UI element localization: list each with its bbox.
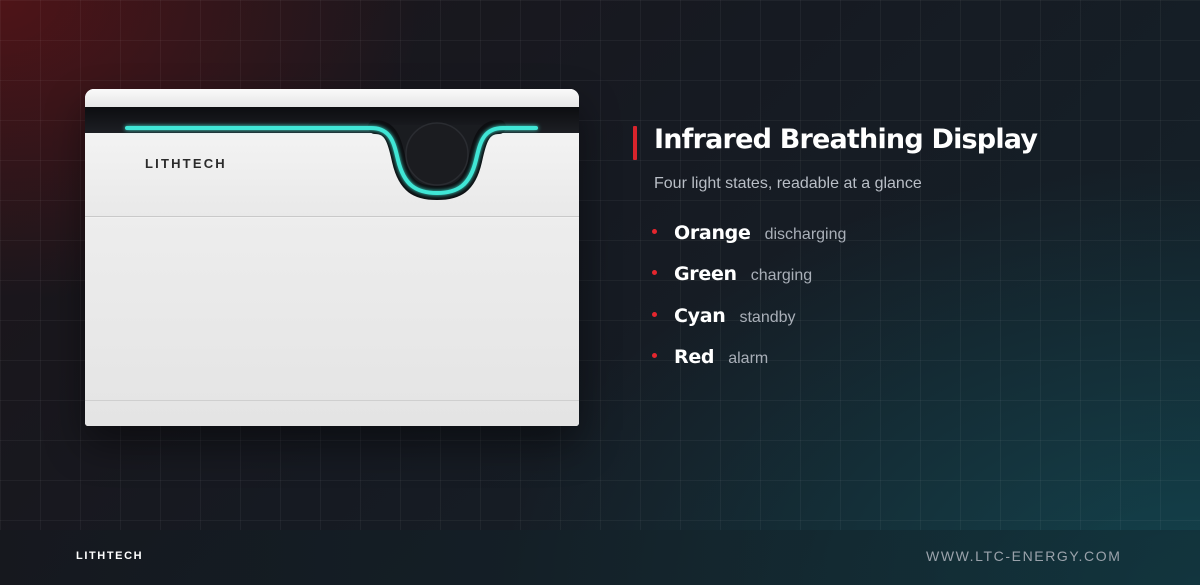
state-name: Cyan — [674, 304, 726, 327]
list-item-red: Red alarm — [652, 346, 846, 387]
list-item-orange: Orange discharging — [652, 222, 846, 263]
page-title: Infrared Breathing Display — [654, 124, 1038, 155]
state-name: Orange — [674, 222, 751, 244]
footer-brand-logo: LITHTECH — [76, 550, 144, 562]
state-description: discharging — [764, 226, 847, 243]
bullet-dot-icon — [652, 352, 657, 358]
list-item-cyan: Cyan standby — [652, 305, 846, 346]
state-description: alarm — [728, 349, 769, 367]
bullet-dot-icon — [652, 270, 657, 276]
state-description: standby — [739, 308, 796, 326]
website-link[interactable]: WWW.LTC-ENERGY.COM — [926, 548, 1122, 564]
bullet-dot-icon — [652, 229, 657, 234]
battery-lower-body — [85, 218, 579, 426]
light-states-list: Orange discharging Green charging Cyan s… — [652, 222, 846, 387]
title-accent-bar — [633, 126, 637, 160]
battery-base-seam — [85, 400, 579, 401]
page-subtitle: Four light states, readable at a glance — [654, 175, 922, 192]
state-name: Red — [674, 345, 715, 368]
list-item-green: Green charging — [652, 263, 846, 304]
bullet-dot-icon — [652, 311, 657, 317]
battery-product-image: LITHTECH — [85, 89, 579, 426]
state-name: Green — [674, 263, 737, 286]
state-description: charging — [750, 267, 813, 285]
battery-brand-logo: LITHTECH — [145, 156, 227, 171]
